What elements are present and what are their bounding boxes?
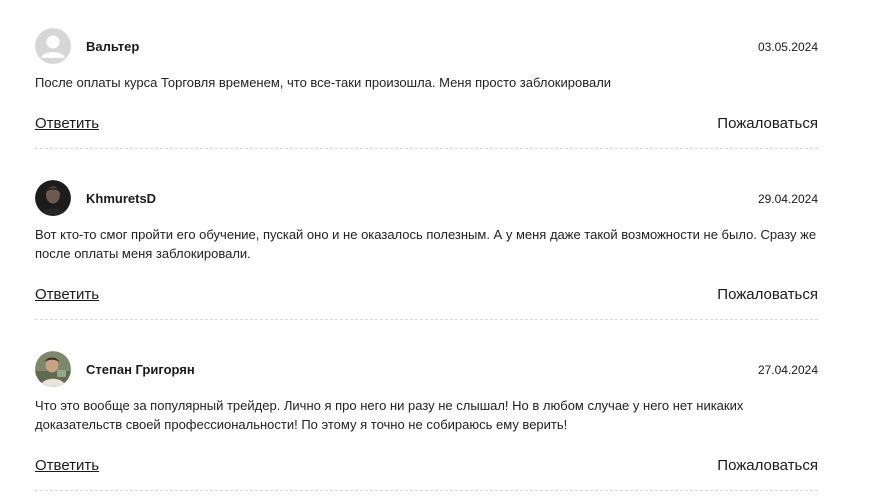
comment-item: KhmuretsD 29.04.2024 Вот кто-то смог про… (35, 180, 818, 320)
comment-text: Вот кто-то смог пройти его обучение, пус… (35, 227, 817, 261)
comment-date: 29.04.2024 (757, 192, 818, 206)
comment-date: 27.04.2024 (757, 363, 818, 377)
comment-header: KhmuretsD 29.04.2024 (35, 180, 818, 217)
reply-link[interactable]: Ответить (35, 456, 99, 476)
comment-actions: Ответить Пожаловаться (35, 285, 818, 305)
comment-actions: Ответить Пожаловаться (35, 456, 818, 476)
comment-header: Степан Григорян 27.04.2024 (35, 351, 818, 388)
comment-item: Степан Григорян 27.04.2024 Что это вообщ… (35, 351, 818, 491)
report-link[interactable]: Пожаловаться (717, 114, 818, 134)
comment-author: Степан Григорян (86, 362, 195, 377)
comment-author: Вальтер (86, 39, 140, 54)
comment-actions: Ответить Пожаловаться (35, 114, 818, 134)
comment-date: 03.05.2024 (757, 40, 818, 54)
comments-list: Вальтер 03.05.2024 После оплаты курса То… (0, 0, 873, 501)
report-link[interactable]: Пожаловаться (717, 456, 818, 476)
comment-author: KhmuretsD (86, 191, 157, 206)
reply-link[interactable]: Ответить (35, 114, 99, 134)
comment-text: Что это вообще за популярный трейдер. Ли… (35, 398, 744, 432)
user-avatar (35, 351, 71, 387)
default-user-icon (35, 28, 71, 64)
report-link[interactable]: Пожаловаться (717, 285, 818, 305)
comment-item: Вальтер 03.05.2024 После оплаты курса То… (35, 28, 818, 149)
user-avatar (35, 180, 71, 216)
reply-link[interactable]: Ответить (35, 285, 99, 305)
comment-text: После оплаты курса Торговля временем, чт… (35, 75, 612, 90)
comment-header: Вальтер 03.05.2024 (35, 28, 818, 65)
